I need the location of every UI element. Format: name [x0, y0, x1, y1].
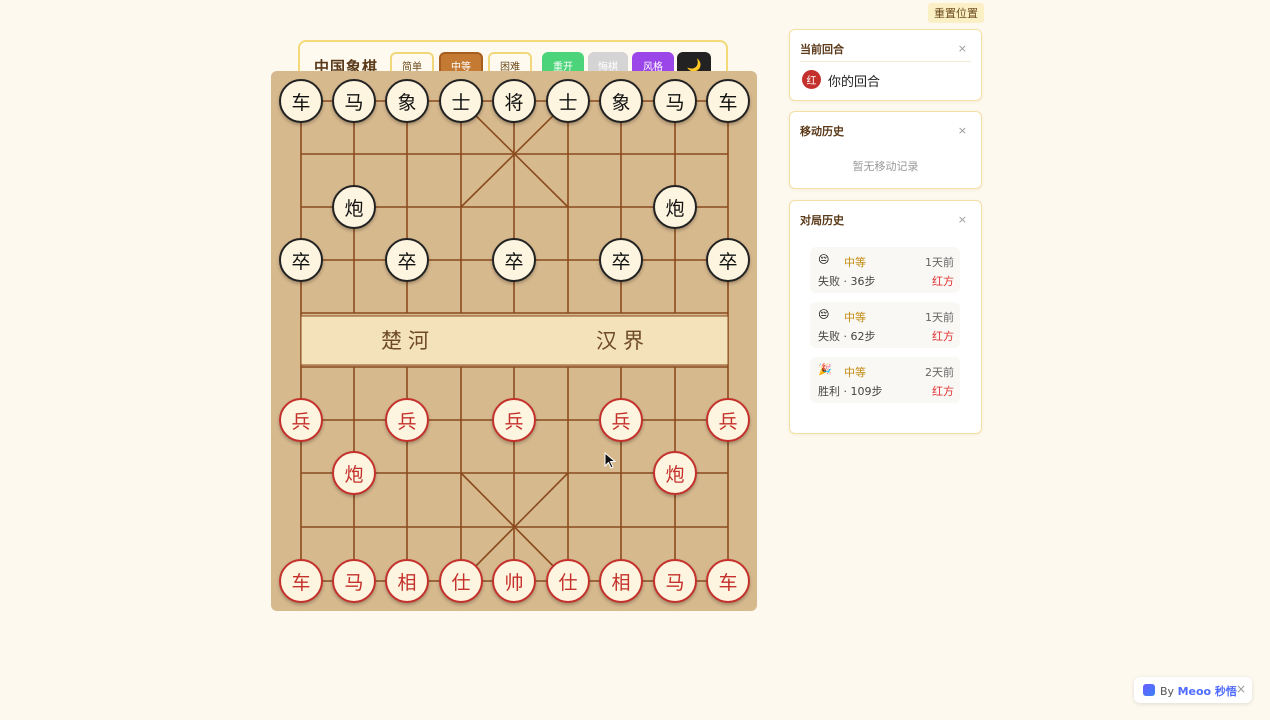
close-icon[interactable]: × [1236, 682, 1246, 696]
history-side: 红方 [932, 385, 954, 398]
history-result: 失败 · 62步 [818, 330, 876, 343]
meoo-logo-icon [1143, 684, 1155, 696]
empty-move-history: 暂无移动记录 [852, 160, 919, 173]
black-piece[interactable]: 炮 [653, 185, 697, 229]
river-right-label: 汉界 [596, 329, 650, 353]
divider [800, 61, 971, 62]
reset-position-button[interactable]: 重置位置 [928, 3, 984, 23]
red-piece[interactable]: 帅 [492, 559, 536, 603]
black-piece[interactable]: 卒 [279, 238, 323, 282]
black-piece[interactable]: 象 [385, 79, 429, 123]
game-history-title: 对局历史 [800, 214, 844, 227]
black-piece[interactable]: 象 [599, 79, 643, 123]
history-item[interactable]: 🎉 中等 2天前 胜利 · 109步 红方 [810, 357, 960, 403]
red-piece[interactable]: 炮 [332, 451, 376, 495]
red-side-badge: 红 [802, 70, 821, 89]
meoo-badge[interactable]: By Meoo 秒悟 × [1134, 677, 1252, 703]
party-popper-icon: 🎉 [818, 363, 832, 376]
history-level: 中等 [844, 256, 866, 269]
sad-face-icon: 😔 [818, 253, 830, 266]
mouse-cursor-icon [604, 452, 617, 469]
current-turn-panel: 当前回合 × 红 你的回合 [789, 29, 982, 101]
history-item[interactable]: 😔 中等 1天前 失败 · 62步 红方 [810, 302, 960, 348]
black-piece[interactable]: 卒 [492, 238, 536, 282]
river-left-label: 楚河 [381, 329, 435, 353]
black-piece[interactable]: 马 [332, 79, 376, 123]
move-history-panel: 移动历史 × 暂无移动记录 [789, 111, 982, 189]
history-side: 红方 [932, 330, 954, 343]
current-turn-title: 当前回合 [800, 43, 844, 56]
red-piece[interactable]: 车 [279, 559, 323, 603]
history-side: 红方 [932, 275, 954, 288]
red-piece[interactable]: 兵 [492, 398, 536, 442]
black-piece[interactable]: 炮 [332, 185, 376, 229]
black-piece[interactable]: 车 [279, 79, 323, 123]
black-piece[interactable]: 卒 [706, 238, 750, 282]
history-result: 胜利 · 109步 [818, 385, 883, 398]
black-piece[interactable]: 卒 [599, 238, 643, 282]
meoo-text: By Meoo 秒悟 [1160, 685, 1237, 698]
black-piece[interactable]: 车 [706, 79, 750, 123]
turn-status-text: 你的回合 [828, 75, 881, 90]
history-level: 中等 [844, 311, 866, 324]
chess-board[interactable]: 楚河 汉界 车马象士将士象马车炮炮卒卒卒卒卒兵兵兵兵兵炮炮车马相仕帅仕相马车 [271, 71, 757, 611]
red-piece[interactable]: 兵 [706, 398, 750, 442]
red-piece[interactable]: 兵 [279, 398, 323, 442]
history-time: 1天前 [925, 256, 954, 269]
red-piece[interactable]: 马 [332, 559, 376, 603]
close-icon[interactable]: × [958, 124, 967, 137]
black-piece[interactable]: 士 [439, 79, 483, 123]
red-piece[interactable]: 兵 [385, 398, 429, 442]
red-piece[interactable]: 仕 [439, 559, 483, 603]
history-level: 中等 [844, 366, 866, 379]
close-icon[interactable]: × [958, 213, 967, 226]
black-piece[interactable]: 马 [653, 79, 697, 123]
moon-icon: 🌙 [686, 58, 702, 72]
red-piece[interactable]: 仕 [546, 559, 590, 603]
red-piece[interactable]: 相 [385, 559, 429, 603]
move-history-title: 移动历史 [800, 125, 844, 138]
red-piece[interactable]: 车 [706, 559, 750, 603]
red-piece[interactable]: 相 [599, 559, 643, 603]
history-time: 1天前 [925, 311, 954, 324]
red-piece[interactable]: 炮 [653, 451, 697, 495]
history-item[interactable]: 😔 中等 1天前 失败 · 36步 红方 [810, 247, 960, 293]
page: 重置位置 中国象棋 简单 中等 困难 重开 悔棋 风格 🌙 楚河 汉界 车 马 … [0, 0, 1270, 720]
red-piece[interactable]: 马 [653, 559, 697, 603]
board-grid: 楚河 汉界 [300, 100, 729, 582]
close-icon[interactable]: × [958, 42, 967, 55]
red-piece[interactable]: 兵 [599, 398, 643, 442]
game-history-panel: 对局历史 × 😔 中等 1天前 失败 · 36步 红方 😔 中等 1天前 失败 … [789, 200, 982, 434]
history-time: 2天前 [925, 366, 954, 379]
black-piece[interactable]: 士 [546, 79, 590, 123]
sad-face-icon: 😔 [818, 308, 830, 321]
history-result: 失败 · 36步 [818, 275, 876, 288]
black-piece[interactable]: 将 [492, 79, 536, 123]
black-piece[interactable]: 卒 [385, 238, 429, 282]
